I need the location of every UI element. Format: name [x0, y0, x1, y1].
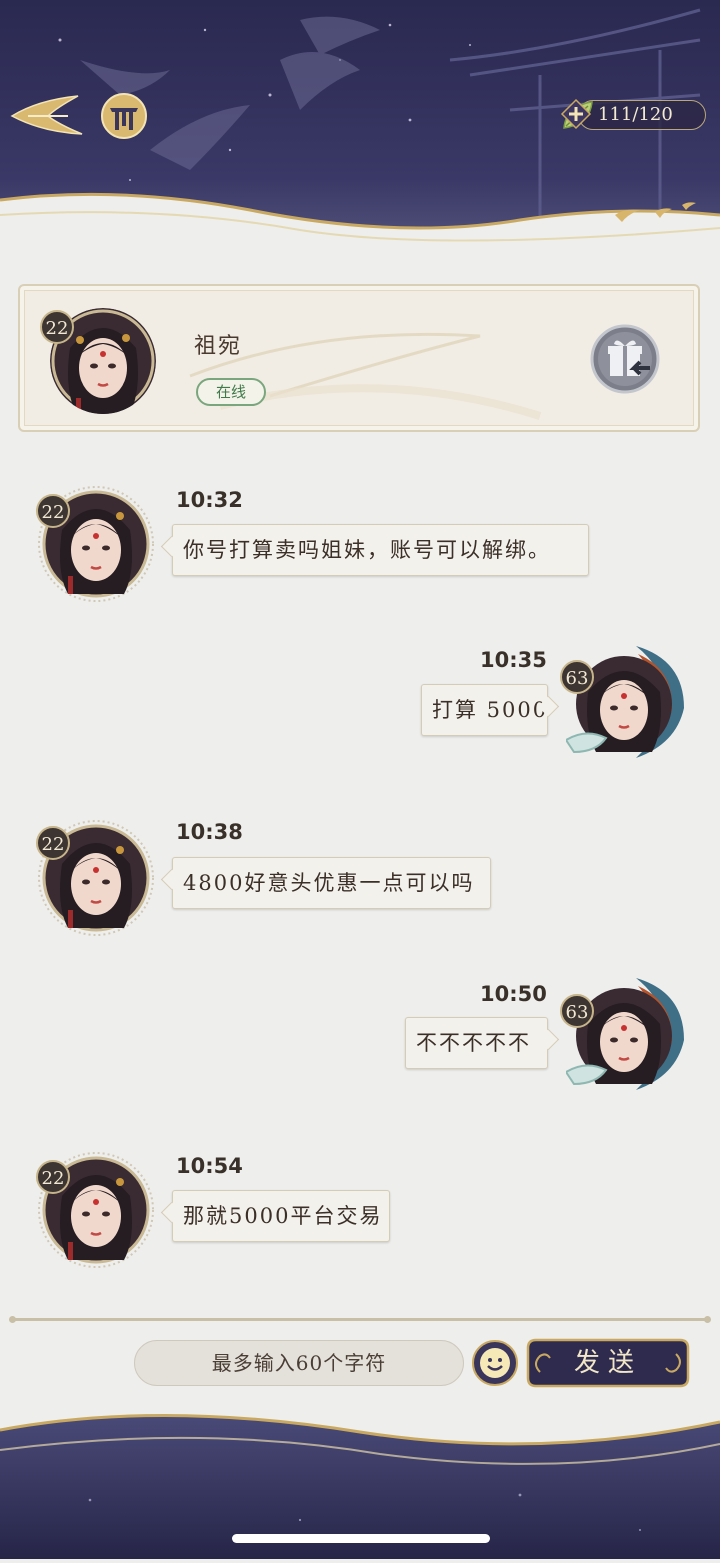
send-button[interactable]: 发送 [526, 1338, 690, 1388]
message-text: 那就5000平台交易 [183, 1204, 383, 1228]
message-text: 你号打算卖吗姐妹，账号可以解绑。 [183, 538, 551, 562]
message-level-badge: 22 [36, 1160, 70, 1194]
energy-value: 111/120 [598, 104, 673, 125]
top-header: 111/120 [0, 0, 720, 255]
gift-return-icon [590, 324, 660, 394]
message-bubble: 4800好意头优惠一点可以吗 [172, 857, 491, 909]
emoji-button[interactable] [472, 1340, 518, 1386]
message-text: 打算 5000 [432, 698, 549, 722]
send-label: 发送 [573, 1348, 642, 1378]
message-bubble: 那就5000平台交易 [172, 1190, 390, 1242]
smile-icon [472, 1340, 518, 1386]
contact-level-badge: 22 [40, 310, 74, 344]
message-text: 4800好意头优惠一点可以吗 [183, 871, 475, 895]
chat-input[interactable]: 最多输入60个字符 [134, 1340, 464, 1386]
message-time: 10:50 [480, 982, 547, 1006]
message-text: 不不不不不 [416, 1031, 531, 1055]
portrait-image [564, 646, 684, 758]
portrait-image [564, 978, 684, 1090]
input-divider [9, 1316, 711, 1323]
message-bubble: 不不不不不 [405, 1017, 548, 1069]
message-time: 10:32 [176, 488, 243, 512]
message-avatar[interactable] [564, 972, 686, 1092]
plus-icon[interactable] [560, 98, 592, 130]
message-bubble: 你号打算卖吗姐妹，账号可以解绑。 [172, 524, 589, 576]
message-avatar[interactable] [564, 640, 686, 760]
message-time: 10:54 [176, 1154, 243, 1178]
back-arrow-icon [10, 95, 83, 135]
home-gate-icon [101, 93, 147, 139]
energy-counter: 111/120 [560, 98, 708, 132]
home-indicator[interactable] [232, 1534, 490, 1543]
message-time: 10:35 [480, 648, 547, 672]
message-level-badge: 22 [36, 494, 70, 528]
message-time: 10:38 [176, 820, 243, 844]
contact-card: 22 祖宛 在线 [18, 284, 700, 432]
back-button[interactable] [8, 90, 84, 142]
message-level-badge: 63 [560, 994, 594, 1028]
message-bubble: 打算 5000 [421, 684, 548, 736]
contact-name: 祖宛 [194, 334, 243, 359]
message-level-badge: 63 [560, 660, 594, 694]
home-button[interactable] [100, 92, 148, 140]
online-status-badge: 在线 [196, 378, 266, 406]
message-level-badge: 22 [36, 826, 70, 860]
gift-button[interactable] [590, 324, 660, 394]
